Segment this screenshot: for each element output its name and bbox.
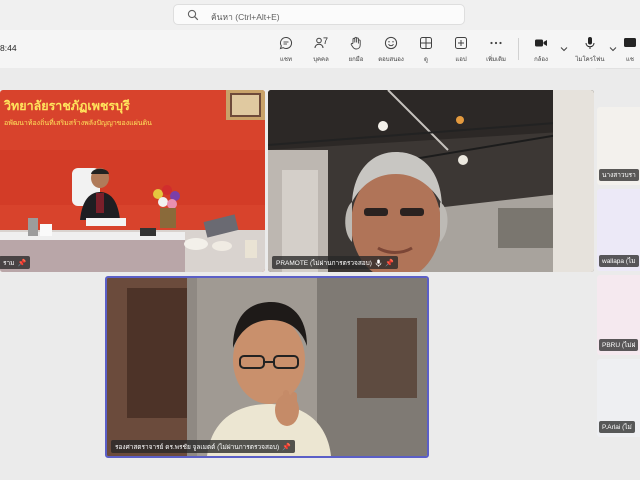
share-button[interactable]: แช bbox=[620, 36, 640, 64]
apps-button[interactable]: แอป bbox=[443, 36, 479, 64]
grid-icon bbox=[420, 37, 432, 49]
side-tile-4[interactable]: P.Arlai (ไม่ bbox=[597, 359, 640, 437]
raise-hand-button[interactable]: ยกมือ bbox=[338, 36, 374, 64]
react-button[interactable]: ตอบสนอง bbox=[373, 36, 409, 64]
side-name-tag: wallapa (ไม bbox=[599, 255, 639, 267]
side-name-tag: P.Arlai (ไม่ bbox=[599, 421, 635, 433]
camera-label: กล้อง bbox=[534, 57, 548, 63]
share-icon bbox=[624, 38, 636, 47]
toolbar-divider bbox=[518, 38, 519, 60]
people-button[interactable]: 7 บุคคล bbox=[303, 36, 339, 64]
search-icon bbox=[187, 9, 199, 21]
pin-icon: 📌 bbox=[17, 259, 27, 267]
video-tile-active-speaker[interactable]: รองศาสตราจารย์ ดร.พรชัย จูลเมตต์ (ไม่ผ่า… bbox=[105, 276, 429, 458]
search-placeholder: ค้นหา (Ctrl+Alt+E) bbox=[211, 12, 280, 22]
meeting-toolbar: 8:44 แชท 7 บุคคล ยกมือ ตอบสนอง ดู แอป เพ… bbox=[0, 30, 640, 69]
side-tile-2[interactable]: wallapa (ไม bbox=[597, 189, 640, 271]
room-name-tag: ราม 📌 bbox=[0, 256, 31, 269]
people-count: 7 bbox=[323, 36, 329, 46]
share-label: แช bbox=[626, 57, 634, 63]
add-app-icon bbox=[455, 37, 467, 49]
search-box[interactable]: ค้นหา (Ctrl+Alt+E) bbox=[173, 4, 465, 25]
room-banner-subtitle: อพัฒนาท้องถิ่นที่เสริมสร้างพลังปัญญาของแ… bbox=[4, 120, 152, 127]
react-label: ตอบสนอง bbox=[378, 57, 404, 63]
mic-button[interactable]: ไมโครโฟน bbox=[572, 36, 608, 64]
view-button[interactable]: ดู bbox=[408, 36, 444, 64]
speaker-name-tag: รองศาสตราจารย์ ดร.พรชัย จูลเมตต์ (ไม่ผ่า… bbox=[111, 440, 295, 453]
smiley-icon bbox=[384, 36, 398, 50]
pin-icon: 📌 bbox=[282, 443, 291, 451]
camera-chevron-down-icon[interactable] bbox=[560, 45, 568, 53]
pramote-name-tag: PRAMOTE (ไม่ผ่านการตรวจสอบ) 📌 bbox=[272, 256, 398, 269]
microphone-icon bbox=[375, 259, 382, 267]
speaker-video-feed bbox=[107, 278, 427, 456]
view-label: ดู bbox=[424, 57, 428, 63]
side-tile-1[interactable]: นางสาวบรา bbox=[597, 107, 640, 185]
chat-button[interactable]: แชท bbox=[268, 36, 304, 64]
chat-icon bbox=[279, 36, 293, 50]
microphone-icon bbox=[585, 37, 595, 49]
people-label: บุคคล bbox=[313, 57, 329, 63]
mic-label: ไมโครโฟน bbox=[575, 57, 605, 63]
chat-label: แชท bbox=[280, 57, 292, 63]
video-stage: วิทยาลัยราชภัฏเพชรบุรี อพัฒนาท้องถิ่นที่… bbox=[0, 68, 596, 480]
apps-label: แอป bbox=[455, 57, 467, 63]
side-participant-name: wallapa (ไม bbox=[602, 258, 636, 265]
hand-icon bbox=[350, 36, 361, 50]
more-button[interactable]: เพิ่มเติม bbox=[478, 36, 514, 64]
video-tile-pramote[interactable]: PRAMOTE (ไม่ผ่านการตรวจสอบ) 📌 bbox=[268, 90, 594, 272]
mic-chevron-down-icon[interactable] bbox=[609, 45, 617, 53]
room-banner-title: วิทยาลัยราชภัฏเพชรบุรี bbox=[4, 99, 130, 113]
side-name-tag: PBRU (ไม่ผ่ bbox=[599, 339, 639, 351]
side-participant-name: PBRU (ไม่ผ่ bbox=[602, 342, 636, 349]
side-tile-3[interactable]: PBRU (ไม่ผ่ bbox=[597, 275, 640, 355]
video-tile-room[interactable]: วิทยาลัยราชภัฏเพชรบุรี อพัฒนาท้องถิ่นที่… bbox=[0, 90, 265, 272]
pin-icon: 📌 bbox=[384, 259, 394, 267]
side-participant-name: นางสาวบรา bbox=[602, 172, 636, 179]
raise-hand-label: ยกมือ bbox=[348, 57, 364, 63]
camera-button[interactable]: กล้อง bbox=[523, 36, 559, 64]
side-participant-name: P.Arlai (ไม่ bbox=[602, 424, 632, 431]
title-bar: ค้นหา (Ctrl+Alt+E) bbox=[0, 0, 640, 30]
pramote-video-feed bbox=[268, 90, 594, 272]
more-icon bbox=[490, 41, 502, 45]
meeting-timer: 8:44 bbox=[0, 43, 17, 53]
camera-icon bbox=[535, 39, 547, 47]
more-label: เพิ่มเติม bbox=[486, 57, 506, 63]
speaker-participant-name: รองศาสตราจารย์ ดร.พรชัย จูลเมตต์ (ไม่ผ่า… bbox=[115, 443, 280, 451]
pramote-participant-name: PRAMOTE (ไม่ผ่านการตรวจสอบ) bbox=[276, 259, 372, 267]
room-participant-name: ราม bbox=[3, 259, 15, 267]
side-name-tag: นางสาวบรา bbox=[599, 169, 639, 181]
